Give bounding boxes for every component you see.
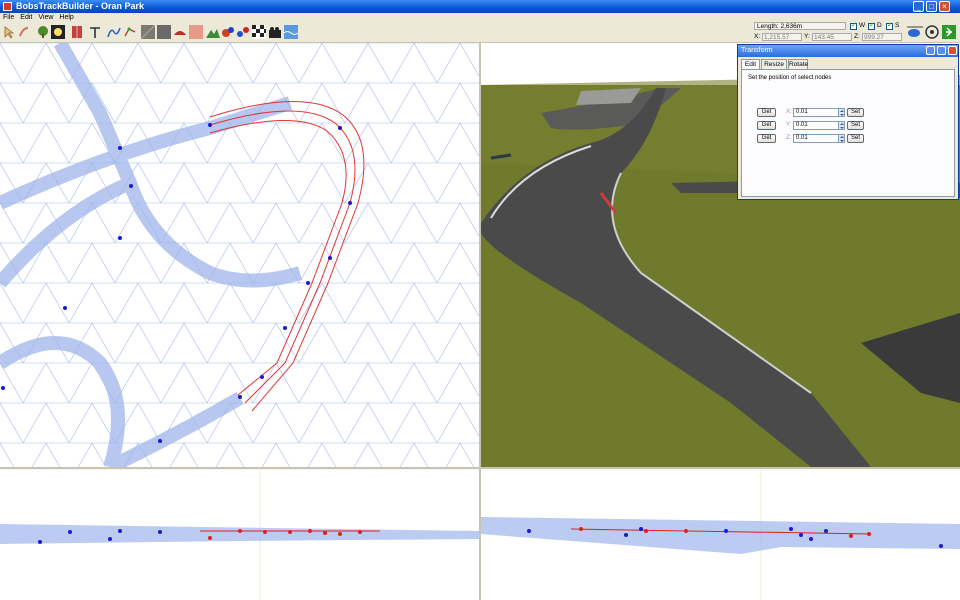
pointer-icon[interactable] [2,25,16,39]
minimize-button[interactable]: _ [913,1,924,12]
terrain-icon[interactable] [206,25,220,39]
vertical-splitter[interactable] [479,43,481,600]
app-icon [3,2,12,11]
menu-help[interactable]: Help [56,13,76,22]
helicopter-icon[interactable] [906,25,924,39]
edit-tab-panel: Set the position of select nodes Get X: … [741,69,955,197]
shoe-icon[interactable] [173,25,187,39]
transform-maximize-button[interactable] [937,46,946,55]
y-coord-field: 143.45 [812,33,852,41]
camera-icon[interactable] [268,25,282,39]
top-view-viewport[interactable] [0,43,479,467]
steering-wheel-icon[interactable] [925,25,939,39]
tab-resize[interactable]: Resize [761,59,787,69]
get-x-button[interactable]: Get [757,108,776,117]
z-value-spinner[interactable] [839,134,845,143]
spline-icon[interactable] [123,25,137,39]
side-view-viewport[interactable] [481,469,960,600]
transform-minimize-button[interactable] [926,46,935,55]
exit-icon[interactable] [942,25,956,39]
x-value-input[interactable]: 0.01 [793,108,839,117]
z-value-input[interactable]: 0.01 [793,134,839,143]
text-icon[interactable] [88,25,102,39]
z-coord-label: Z: [854,33,860,40]
side-view-wireframe [481,469,960,600]
menu-view[interactable]: View [35,13,56,22]
grey-block-icon[interactable] [157,25,171,39]
menu-file[interactable]: File [0,13,17,22]
y-coord-label: Y: [804,33,810,40]
solid-label: S [895,22,900,29]
status-panel: Length: 2,636m W D S X: 1,215.57 Y: 143.… [754,21,904,42]
set-x-button[interactable]: Set [847,108,864,117]
window-title: BobsTrackBuilder - Oran Park [16,1,145,11]
tab-rotate[interactable]: Rotate [788,59,808,69]
top-view-wireframe [0,43,479,467]
wireframe-checkbox[interactable] [850,21,857,30]
lamp-icon[interactable] [51,25,65,39]
menu-bar: File Edit View Help [0,13,960,22]
get-y-button[interactable]: Get [757,121,776,130]
paint-icon[interactable] [17,25,31,39]
texture-icon[interactable] [141,25,155,39]
y-axis-label: Y: [786,122,792,128]
x-value-spinner[interactable] [839,108,845,117]
set-y-button[interactable]: Set [847,121,864,130]
close-button[interactable]: × [939,1,950,12]
transform-title: Transform [738,45,958,57]
solid-checkbox[interactable] [886,21,893,30]
front-view-wireframe [0,469,479,600]
road-icon[interactable] [107,25,121,39]
checker-flag-icon[interactable] [252,25,266,39]
transform-dialog: Transform Edit Resize Rotate Set the pos… [737,44,959,200]
x-coord-label: X: [754,33,761,40]
x-coord-field: 1,215.57 [762,33,802,41]
transform-description: Set the position of select nodes [748,75,832,81]
display-label: D [877,22,882,29]
tree-icon[interactable] [36,25,50,39]
display-checkbox[interactable] [868,21,875,30]
water-icon[interactable] [284,25,298,39]
get-z-button[interactable]: Get [757,134,776,143]
y-value-spinner[interactable] [839,121,845,130]
paint-splash-icon[interactable] [221,25,235,39]
track-length: Length: 2,636m [754,22,846,30]
wall-icon[interactable] [70,25,84,39]
wireframe-label: W [859,22,866,29]
title-bar: BobsTrackBuilder - Oran Park _ □ × [0,0,960,13]
transform-close-button[interactable] [948,46,957,55]
pink-block-icon[interactable] [189,25,203,39]
horizontal-splitter[interactable] [0,467,960,469]
y-value-input[interactable]: 0.01 [793,121,839,130]
front-view-viewport[interactable] [0,469,479,600]
maximize-button[interactable]: □ [926,1,937,12]
molecule-icon[interactable] [236,25,250,39]
set-z-button[interactable]: Set [847,134,864,143]
menu-edit[interactable]: Edit [17,13,35,22]
z-axis-label: Z: [786,135,792,141]
z-coord-field: 999.27 [862,33,902,41]
x-axis-label: X: [786,109,792,115]
